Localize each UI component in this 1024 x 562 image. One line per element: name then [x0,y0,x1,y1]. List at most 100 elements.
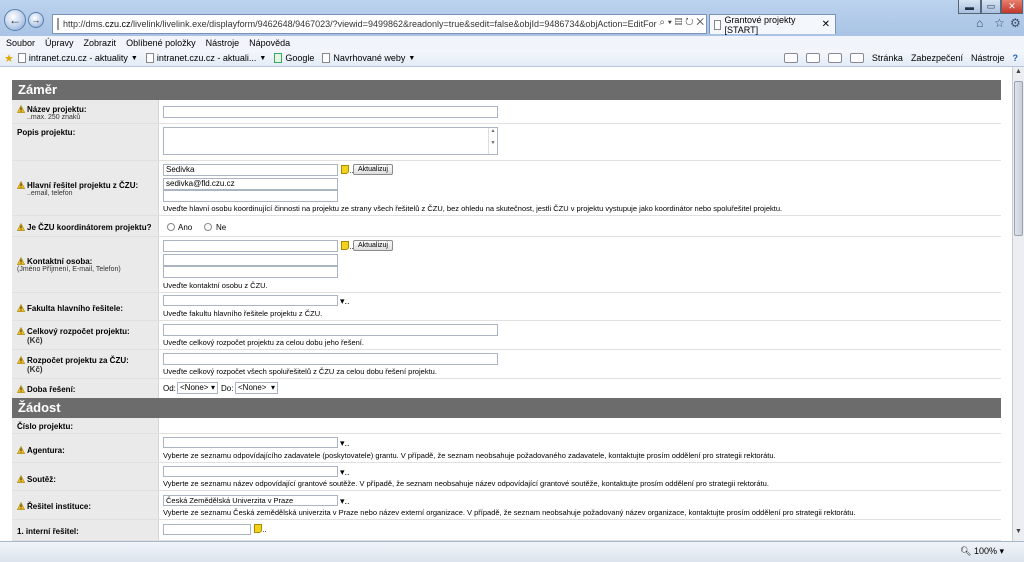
fav-item-google[interactable]: Google [274,53,314,63]
aktualizuj-button[interactable]: Aktualizuj [353,164,393,175]
textarea-scrollbar[interactable]: ▲ ▼ [488,128,497,154]
agentura-select[interactable] [163,437,338,448]
user-lookup-icon[interactable] [341,165,353,174]
menu-napoveda[interactable]: Nápověda [249,38,290,48]
radio-ano[interactable] [167,223,175,231]
section-zadost: Žádost [12,398,1001,418]
help-icon[interactable]: ? [1013,53,1019,63]
hlavni-label: Hlavní řešitel projektu z ČZU: [27,181,139,190]
soutez-select[interactable] [163,466,338,477]
tab-close-icon[interactable]: ✕ [822,19,830,30]
menu-oblibene[interactable]: Oblíbené položky [126,38,196,48]
scroll-up-icon[interactable]: ▲ [1013,68,1024,80]
hlavni-help: Uveďte hlavní osobu koordinující činnost… [163,204,783,213]
hlavni-phone-input[interactable] [163,190,338,202]
label-koordinator: Je ČZU koordinátorem projektu? [12,216,159,236]
interni-label: 1. interní řešitel: [17,527,79,536]
fav-label: Navrhované weby [333,53,406,63]
zoom-value: 100% [973,546,997,556]
kontakt-phone-input[interactable] [163,266,338,278]
hlavni-email-input[interactable]: sedivka@fld.czu.cz [163,178,338,190]
warning-icon [16,104,26,113]
fav-item-2[interactable]: intranet.czu.cz - aktuali... ▼ [145,53,266,63]
address-bar[interactable]: http://dms. czu.cz/livelink/livelink.exe/… [52,14,707,34]
favorites-bar: ★ intranet.czu.cz - aktuality ▼ intranet.… [0,50,1024,67]
favorites-icon[interactable]: ★ [4,52,14,65]
fav-item-navrhovane[interactable]: Navrhované weby ▼ [322,53,415,63]
label-rozpocet: Celkový rozpočet projektu: (Kč) [12,321,159,349]
radio-ne[interactable] [204,223,212,231]
browser-titlebar: ← → http://dms. czu.cz/livelink/livelink.… [0,0,1024,36]
kontakt-name-input[interactable] [163,240,338,252]
row-cislo: Číslo projektu: [12,418,1001,434]
user-lookup-icon[interactable] [254,524,266,533]
row-instituce: Řešitel instituce: Česká Zemědělská Univ… [12,491,1001,520]
home-cmd-icon[interactable] [783,53,798,63]
url-prefix: http://dms. [63,19,106,29]
soutez-label: Soutěž: [27,475,56,484]
user-lookup-icon[interactable] [341,241,353,250]
label-doba: Doba řešení: [12,379,159,398]
cmd-zabezpeceni[interactable]: Zabezpečení [911,53,963,63]
back-button[interactable]: ← [4,9,26,31]
chevron-down-icon: ▼ [130,54,138,62]
scroll-thumb[interactable] [1014,81,1023,236]
url-domain: czu.cz [105,19,131,29]
label-nazev: Název projektu: ..max. 250 znaků [12,100,159,123]
soutez-help: Vyberte ze seznamu název odpovídající gr… [163,479,769,488]
fav-page-icon [322,53,331,63]
forward-button[interactable]: → [28,12,44,28]
rozpocet-input[interactable] [163,324,498,336]
tab-grantove-projekty[interactable]: Grantové projekty [START] ✕ [709,14,836,35]
back-arrow-icon: ← [9,13,21,27]
chevron-down-icon[interactable]: ▾.. [340,438,350,449]
cmd-nastroje[interactable]: Nástroje [971,53,1005,63]
chevron-down-icon[interactable]: ▾.. [340,296,350,307]
hlavni-name-input[interactable]: Sedivka [163,164,338,176]
feeds-icon[interactable] [805,53,820,63]
rozpocet-label: Celkový rozpočet projektu: [27,327,130,336]
instituce-help: Vyberte ze seznamu Česká zemědělská univ… [163,508,856,517]
warning-icon [16,303,26,312]
maximize-button[interactable]: ▭ [981,0,1001,14]
print-icon[interactable] [849,53,864,63]
doba-do-select[interactable]: <None> [235,382,278,394]
address-controls[interactable]: ⌕ ▾ ▤ ↻ ✕ [657,17,706,28]
label-fakulta: Fakulta hlavního řešitele: [12,293,159,320]
doba-od-select[interactable]: <None> [177,382,218,394]
minimize-button[interactable]: ▬ [958,0,981,14]
rozpocet-help: Uveďte celkový rozpočet projektu za celo… [163,338,364,347]
url-rest: /livelink/livelink.exe/displayform/94626… [130,19,707,29]
instituce-select[interactable]: Česká Zemědělská Univerzita v Praze [163,495,338,506]
fav-item-1[interactable]: intranet.czu.cz - aktuality ▼ [17,53,138,63]
label-popis: Popis projektu: [12,124,159,160]
close-window-button[interactable]: ✕ [1001,0,1023,14]
tools-gear-icon[interactable]: ⚙ [1010,16,1021,30]
menu-soubor[interactable]: Soubor [6,38,35,48]
kontakt-email-input[interactable] [163,254,338,266]
interni-input[interactable] [163,524,251,535]
nazev-input[interactable] [163,106,498,118]
home-icon[interactable]: ⌂ [976,16,983,30]
menu-upravy[interactable]: Úpravy [45,38,74,48]
rozpocet-czu-input[interactable] [163,353,498,365]
chevron-down-icon[interactable]: ▾.. [340,467,350,478]
menu-zobrazit[interactable]: Zobrazit [84,38,117,48]
chevron-down-icon[interactable]: ▾.. [340,496,350,507]
popis-textarea[interactable]: ▲ ▼ [163,127,498,155]
doba-do-label: Do: [221,384,234,393]
menu-nastroje[interactable]: Nástroje [206,38,240,48]
aktualizuj-kontakt-button[interactable]: Aktualizuj [353,240,393,251]
row-rozpocet: Celkový rozpočet projektu: (Kč) Uveďte c… [12,321,1001,350]
fav-label: intranet.czu.cz - aktuali... [156,53,257,63]
fakulta-select[interactable] [163,295,338,306]
favorites-star-icon[interactable]: ☆ [994,16,1005,30]
mail-icon[interactable] [827,53,842,63]
zoom-level[interactable]: 🔍︎ 100% ▾ [960,546,1004,557]
vertical-scrollbar[interactable]: ▲ ▼ [1012,67,1024,541]
row-nazev: Název projektu: ..max. 250 znaků [12,100,1001,124]
row-soutez: Soutěž: ▾.. Vyberte ze seznamu název odp… [12,463,1001,491]
cmd-stranka[interactable]: Stránka [872,53,903,63]
label-instituce: Řešitel instituce: [12,491,159,519]
scroll-down-icon[interactable]: ▼ [1013,528,1024,540]
